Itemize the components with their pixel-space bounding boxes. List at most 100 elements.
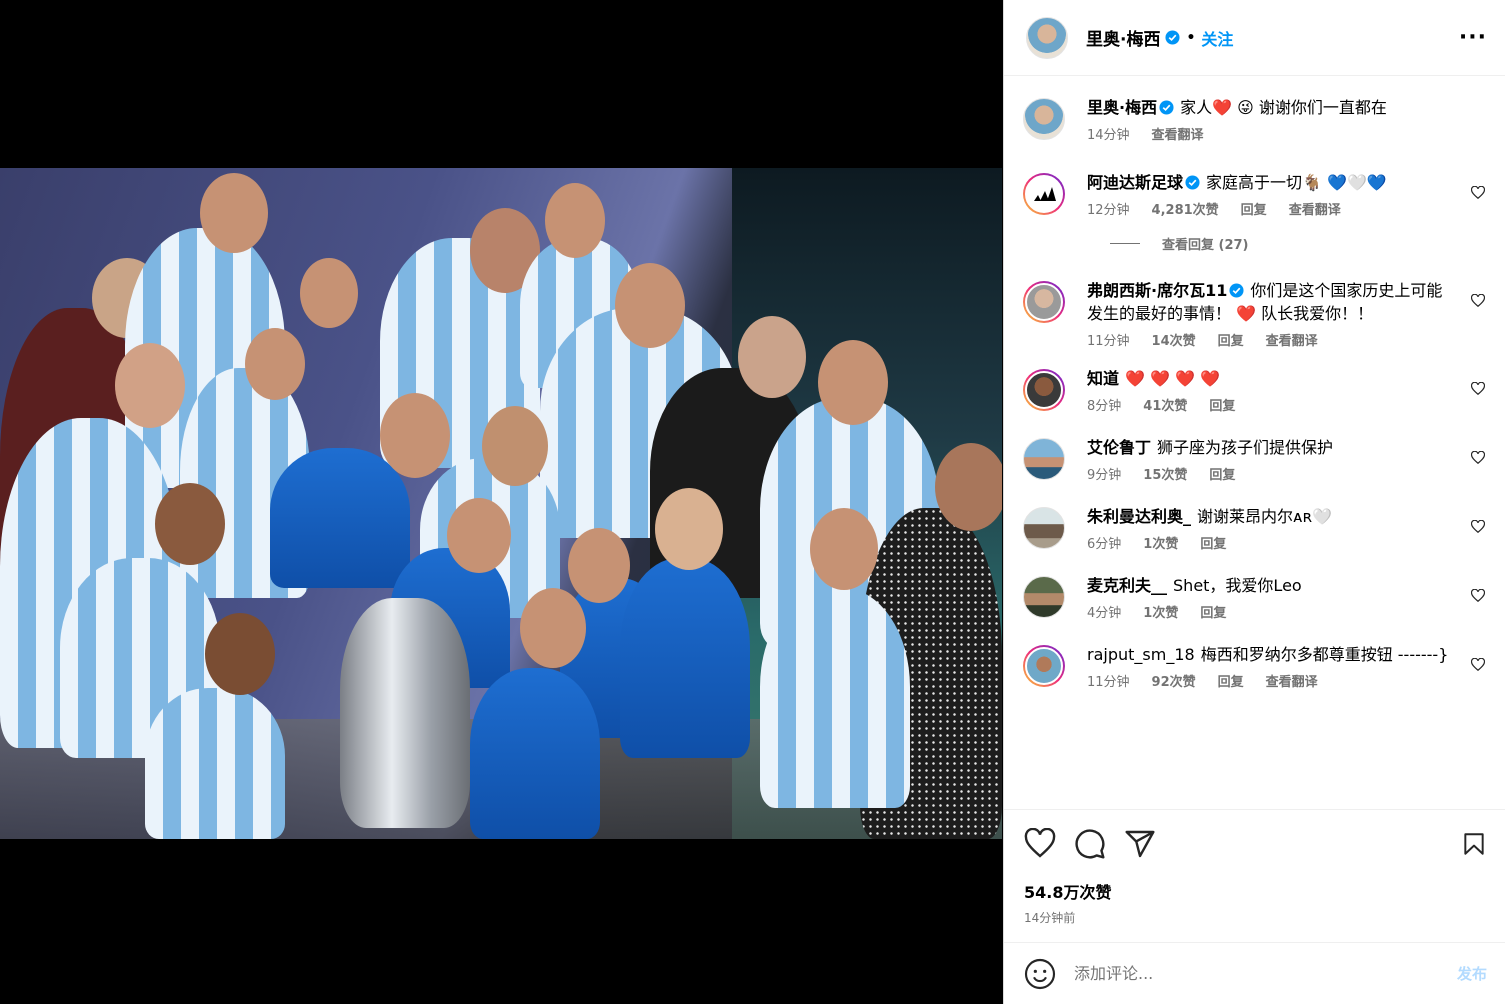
post-button[interactable]: 发布 (1457, 963, 1487, 984)
comment-time[interactable]: 8分钟 (1087, 395, 1121, 414)
post-time[interactable]: 14分钟前 (1004, 909, 1505, 926)
comment-text: 梅西和罗纳尔多都尊重按钮 -------} (1200, 645, 1449, 664)
share-icon[interactable] (1124, 828, 1156, 860)
post-photo[interactable] (0, 168, 1002, 839)
heart-icon[interactable] (1471, 294, 1485, 308)
comment-time[interactable]: 11分钟 (1087, 330, 1130, 349)
view-replies[interactable]: 查看回复 (27) (1104, 234, 1487, 253)
reply-button[interactable]: 回复 (1241, 199, 1267, 218)
comment-username[interactable]: 弗朗西斯·席尔瓦11 (1087, 281, 1227, 300)
author-username[interactable]: 里奥·梅西 (1086, 25, 1160, 50)
comment-time[interactable]: 6分钟 (1087, 533, 1121, 552)
comment-item: 朱利曼达利奥_ 谢谢莱昂内尔ᴀʀ🤍 6分钟 1次赞 回复 (1022, 505, 1487, 552)
reply-button[interactable]: 回复 (1218, 671, 1244, 690)
comment-username[interactable]: 知道 (1087, 369, 1119, 388)
comment-likes[interactable]: 14次赞 (1152, 330, 1196, 349)
verified-icon (1165, 30, 1180, 45)
comment-avatar[interactable] (1023, 281, 1065, 323)
heart-icon[interactable] (1471, 520, 1485, 534)
replies-line (1110, 243, 1140, 244)
reply-button[interactable]: 回复 (1209, 395, 1235, 414)
comment-time[interactable]: 11分钟 (1087, 671, 1130, 690)
comment-likes[interactable]: 41次赞 (1143, 395, 1187, 414)
heart-icon[interactable] (1024, 827, 1056, 860)
comments-list[interactable]: 里奥·梅西 家人❤️ 😜 谢谢你们一直都在 14分钟 查看翻译 阿迪达斯足球 家庭高于… (1004, 76, 1505, 809)
photo-head (568, 528, 630, 603)
heart-icon[interactable] (1471, 451, 1485, 465)
likes-count[interactable]: 54.8万次赞 (1004, 879, 1505, 903)
caption-time[interactable]: 14分钟 (1087, 124, 1130, 143)
photo-head (380, 393, 450, 478)
post-page: 里奥·梅西 • 关注 ··· 里奥·梅西 家人❤️ 😜 谢谢你们一直都在 14分钟… (0, 0, 1505, 1004)
photo-person (270, 448, 410, 588)
reply-button[interactable]: 回复 (1209, 464, 1235, 483)
comment-avatar[interactable] (1023, 507, 1065, 549)
translate-button[interactable]: 查看翻译 (1266, 330, 1318, 349)
photo-person (620, 558, 750, 758)
comment-time[interactable]: 4分钟 (1087, 602, 1121, 621)
photo-head (200, 173, 268, 253)
comment-time[interactable]: 12分钟 (1087, 199, 1130, 218)
heart-icon[interactable] (1471, 382, 1485, 396)
translate-button[interactable]: 查看翻译 (1266, 671, 1318, 690)
caption-translate[interactable]: 查看翻译 (1152, 124, 1204, 143)
comment-item: 艾伦鲁丁 狮子座为孩子们提供保护 9分钟 15次赞 回复 (1022, 436, 1487, 483)
reply-button[interactable]: 回复 (1200, 602, 1226, 621)
caption-avatar[interactable] (1023, 98, 1065, 140)
comment-avatar[interactable] (1023, 645, 1065, 687)
photo-head (655, 488, 723, 570)
translate-button[interactable]: 查看翻译 (1289, 199, 1341, 218)
more-icon[interactable]: ··· (1459, 25, 1487, 50)
heart-icon[interactable] (1471, 589, 1485, 603)
comment-avatar[interactable] (1023, 438, 1065, 480)
comment-avatar[interactable] (1023, 173, 1065, 215)
comment-time[interactable]: 9分钟 (1087, 464, 1121, 483)
add-comment-bar: 发布 (1004, 942, 1505, 1004)
photo-person (470, 668, 600, 839)
post-sidebar: 里奥·梅西 • 关注 ··· 里奥·梅西 家人❤️ 😜 谢谢你们一直都在 14分钟… (1003, 0, 1505, 1004)
comment-username[interactable]: 朱利曼达利奥_ (1087, 507, 1191, 526)
comment-likes[interactable]: 1次赞 (1143, 533, 1178, 552)
comment-item: 阿迪达斯足球 家庭高于一切🐐 💙🤍💙 12分钟 4,281次赞 回复 查看翻译 (1022, 171, 1487, 218)
comment-likes[interactable]: 4,281次赞 (1152, 199, 1219, 218)
comment-username[interactable]: 麦克利夫__ (1087, 576, 1167, 595)
photo-head (155, 483, 225, 565)
reply-button[interactable]: 回复 (1218, 330, 1244, 349)
photo-head (300, 258, 358, 328)
comment-text: Shet，我爱你Leo (1173, 576, 1302, 595)
heart-icon[interactable] (1471, 186, 1485, 200)
photo-head (115, 343, 185, 428)
comment-likes[interactable]: 1次赞 (1143, 602, 1178, 621)
comment-username[interactable]: 艾伦鲁丁 (1087, 438, 1151, 457)
bookmark-icon[interactable] (1461, 828, 1487, 860)
post-header: 里奥·梅西 • 关注 ··· (1004, 0, 1505, 76)
comment-item: rajput_sm_18 梅西和罗纳尔多都尊重按钮 -------} 11分钟 92… (1022, 643, 1487, 690)
photo-head (520, 588, 586, 668)
heart-icon[interactable] (1471, 658, 1485, 672)
author-avatar[interactable] (1026, 16, 1068, 59)
verified-icon (1159, 100, 1174, 115)
comment-text: ❤️ ❤️ ❤️ ❤️ (1125, 369, 1220, 388)
comment-input[interactable] (1074, 964, 1457, 983)
photo-head (615, 263, 685, 348)
view-replies-label[interactable]: 查看回复 (27) (1162, 234, 1249, 253)
caption: 里奥·梅西 家人❤️ 😜 谢谢你们一直都在 14分钟 查看翻译 (1022, 96, 1487, 143)
caption-username[interactable]: 里奥·梅西 (1087, 98, 1157, 117)
comment-avatar[interactable] (1023, 369, 1065, 411)
reply-button[interactable]: 回复 (1200, 533, 1226, 552)
comment-item: 麦克利夫__ Shet，我爱你Leo 4分钟 1次赞 回复 (1022, 574, 1487, 621)
comment-avatar[interactable] (1023, 576, 1065, 618)
emoji-icon[interactable] (1024, 958, 1056, 990)
photo-person (760, 588, 910, 808)
photo-trophy (340, 598, 470, 828)
follow-button[interactable]: 关注 (1201, 26, 1233, 50)
header-separator: • (1186, 29, 1196, 46)
verified-icon (1185, 175, 1200, 190)
comment-icon[interactable] (1074, 828, 1106, 860)
comment-likes[interactable]: 92次赞 (1152, 671, 1196, 690)
comment-likes[interactable]: 15次赞 (1143, 464, 1187, 483)
photo-head (738, 316, 806, 398)
comment-username[interactable]: 阿迪达斯足球 (1087, 173, 1183, 192)
comment-username[interactable]: rajput_sm_18 (1087, 645, 1195, 664)
photo-head (935, 443, 1002, 531)
